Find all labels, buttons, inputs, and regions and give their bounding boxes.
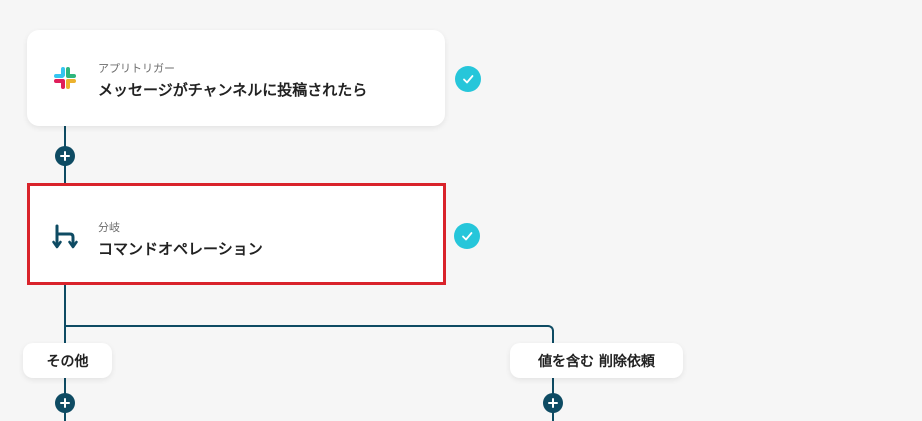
add-step-button[interactable] xyxy=(55,393,75,413)
workflow-canvas: アプリトリガー メッセージがチャンネルに投稿されたら 分岐 コマンドオペレーショ… xyxy=(0,0,922,421)
add-step-button[interactable] xyxy=(543,393,563,413)
slack-icon xyxy=(51,64,79,92)
add-step-button[interactable] xyxy=(55,146,75,166)
branch-connector xyxy=(64,325,554,347)
branch-card-subtitle: 分岐 xyxy=(98,221,120,234)
branch-label-other[interactable]: その他 xyxy=(23,343,112,378)
branch-card[interactable]: 分岐 コマンドオペレーション xyxy=(27,183,446,285)
trigger-card-subtitle: アプリトリガー xyxy=(98,62,175,75)
trigger-card-title: メッセージがチャンネルに投稿されたら xyxy=(98,81,368,99)
plus-icon xyxy=(60,151,70,161)
branch-card-title: コマンドオペレーション xyxy=(98,240,263,258)
check-icon xyxy=(455,66,481,92)
branch-label-delete-request[interactable]: 値を含む 削除依頼 xyxy=(510,343,683,378)
plus-icon xyxy=(548,398,558,408)
check-icon xyxy=(454,223,480,249)
trigger-card[interactable]: アプリトリガー メッセージがチャンネルに投稿されたら xyxy=(27,30,445,126)
branch-icon xyxy=(52,223,80,251)
plus-icon xyxy=(60,398,70,408)
